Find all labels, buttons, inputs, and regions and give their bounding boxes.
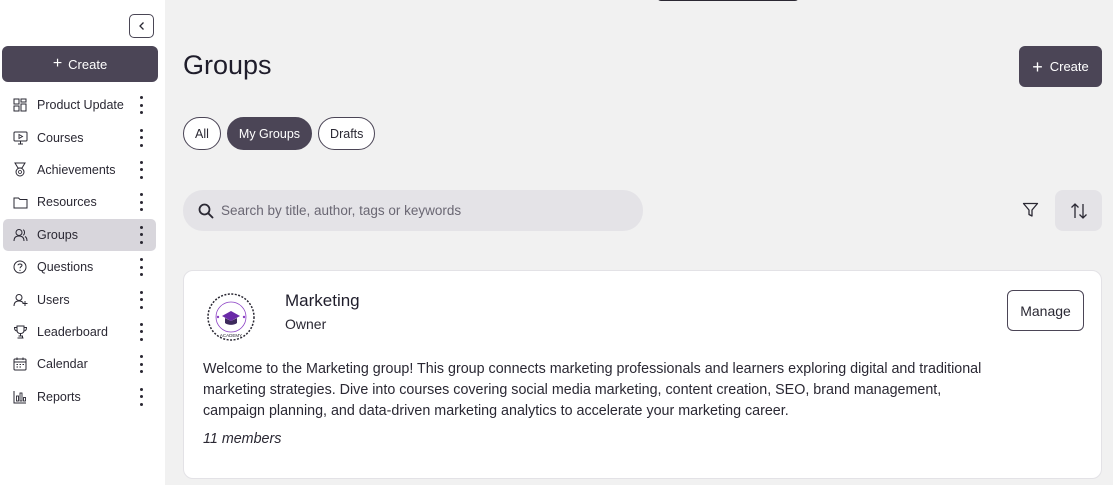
sidebar-item-label: Groups: [37, 227, 78, 242]
sidebar-item-label: Users: [37, 292, 70, 307]
more-options-icon[interactable]: [138, 387, 144, 406]
sidebar-item-label: Reports: [37, 389, 81, 404]
sidebar-item-groups[interactable]: Groups: [3, 218, 156, 251]
manage-button[interactable]: Manage: [1007, 290, 1084, 331]
sidebar-item-calendar[interactable]: Calendar: [3, 348, 156, 380]
more-options-icon[interactable]: [138, 160, 144, 179]
plus-icon: +: [52, 55, 63, 72]
more-options-icon[interactable]: [138, 225, 144, 244]
sidebar-item-label: Courses: [37, 130, 84, 145]
dashboard-icon: [12, 97, 28, 113]
group-logo: ACADEMY: [206, 292, 256, 342]
medal-icon: [12, 162, 28, 178]
sidebar-item-label: Resources: [37, 195, 97, 210]
svg-text:ACADEMY: ACADEMY: [220, 333, 242, 338]
search-bar: [183, 190, 643, 231]
sort-icon: [1070, 202, 1087, 219]
calendar-icon: [12, 356, 28, 372]
filter-button[interactable]: [1012, 192, 1048, 228]
sidebar-item-leaderboard[interactable]: Leaderboard: [3, 316, 156, 348]
more-options-icon[interactable]: [138, 258, 144, 277]
sidebar-item-resources[interactable]: Resources: [3, 186, 156, 218]
bar-chart-icon: [12, 389, 28, 405]
sidebar-item-product-update[interactable]: Product Update: [3, 89, 156, 121]
sidebar-item-label: Product Update: [37, 98, 124, 113]
member-count: 11 members: [203, 431, 282, 447]
sort-button[interactable]: [1055, 190, 1102, 231]
page-title: Groups: [183, 50, 272, 80]
more-options-icon[interactable]: [138, 193, 144, 212]
more-options-icon[interactable]: [138, 355, 144, 374]
sidebar-item-label: Achievements: [37, 162, 116, 177]
sidebar-item-label: Questions: [37, 260, 94, 275]
users-icon: [12, 227, 28, 243]
sidebar-create-label: Create: [68, 56, 108, 72]
sidebar-create-button[interactable]: + Create: [2, 46, 158, 82]
filter-tabs: All My Groups Drafts: [183, 117, 376, 150]
filter-icon: [1022, 202, 1038, 217]
sidebar: + Create Product Update Courses Achievem…: [0, 0, 165, 485]
folder-icon: [12, 194, 28, 210]
window-handle: [657, 0, 799, 1]
plus-icon: +: [1032, 56, 1043, 77]
sidebar-item-users[interactable]: Users: [3, 283, 156, 315]
more-options-icon[interactable]: [138, 128, 144, 147]
create-group-button[interactable]: + Create: [1019, 46, 1102, 87]
sidebar-item-courses[interactable]: Courses: [3, 121, 156, 153]
search-input[interactable]: [221, 203, 621, 218]
question-circle-icon: [12, 259, 28, 275]
more-options-icon[interactable]: [138, 322, 144, 341]
sidebar-item-label: Calendar: [37, 357, 88, 372]
tab-all[interactable]: All: [183, 117, 221, 150]
sidebar-nav: Product Update Courses Achievements Reso…: [3, 89, 156, 413]
more-options-icon[interactable]: [138, 96, 144, 115]
monitor-play-icon: [12, 130, 28, 146]
tab-drafts[interactable]: Drafts: [318, 117, 376, 150]
sidebar-item-reports[interactable]: Reports: [3, 381, 156, 413]
sidebar-item-questions[interactable]: Questions: [3, 251, 156, 283]
group-card[interactable]: ACADEMY Marketing Owner Manage Welcome t…: [183, 270, 1102, 479]
chevron-left-icon: [138, 22, 144, 30]
more-options-icon[interactable]: [138, 290, 144, 309]
tab-my-groups[interactable]: My Groups: [226, 117, 313, 150]
create-label: Create: [1049, 59, 1089, 74]
trophy-icon: [12, 324, 28, 340]
sidebar-item-achievements[interactable]: Achievements: [3, 154, 156, 186]
collapse-sidebar-button[interactable]: [129, 14, 154, 38]
group-title[interactable]: Marketing: [285, 291, 360, 311]
search-icon: [197, 202, 215, 220]
user-plus-icon: [12, 292, 28, 308]
group-description: Welcome to the Marketing group! This gro…: [203, 361, 982, 419]
group-role: Owner: [285, 316, 327, 332]
sidebar-item-label: Leaderboard: [37, 324, 108, 339]
